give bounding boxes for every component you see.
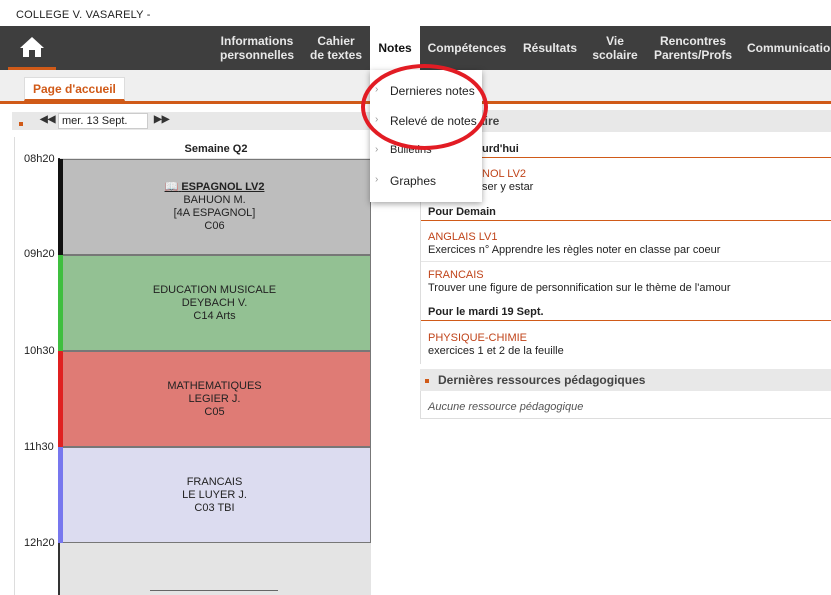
time-label: 10h30 <box>24 345 55 357</box>
heading-underline <box>421 320 831 321</box>
time-label: 08h20 <box>24 153 55 165</box>
chevron-right-icon: › <box>375 174 379 185</box>
panel-title: Dernières ressources pédagogiques <box>438 373 646 387</box>
nav-competences[interactable]: Compétences <box>421 26 513 70</box>
homework-description: Trouver une figure de personnification s… <box>428 282 731 294</box>
ressources-empty: Aucune ressource pédagogique <box>428 401 584 413</box>
menu-item-releve-de-notes[interactable]: › Relevé de notes <box>370 114 482 128</box>
school-name: COLLEGE V. VASARELY - <box>16 9 151 21</box>
agenda-divider <box>14 137 15 595</box>
chevron-right-icon: › <box>375 84 379 95</box>
demain-heading: Pour Demain <box>428 206 496 218</box>
prev-day-button[interactable]: ◀◀ <box>40 114 55 125</box>
course-room: C05 <box>204 405 225 418</box>
heading-underline <box>421 157 831 158</box>
ressources-panel-header: Dernières ressources pédagogiques <box>420 369 831 391</box>
nav-resultats[interactable]: Résultats <box>514 26 586 70</box>
home-icon <box>20 36 44 57</box>
nav-label: Compétences <box>427 41 507 55</box>
heading-underline <box>421 220 831 221</box>
tab-page-accueil[interactable]: Page d'accueil <box>24 77 125 101</box>
chevron-right-icon: › <box>375 144 379 155</box>
course-francais[interactable]: FRANCAIS LE LUYER J. C03 TBI <box>58 447 371 543</box>
menu-item-label: Bulletins <box>390 144 432 156</box>
nav-label: Résultats <box>522 41 578 55</box>
course-subject: MATHEMATIQUES <box>167 379 262 392</box>
bullet-icon <box>19 122 23 126</box>
double-chevron-right-icon: ▶▶ <box>154 114 170 125</box>
course-mathematiques[interactable]: MATHEMATIQUES LEGIER J. C05 <box>58 351 371 447</box>
nav-label: Cahier de textes <box>309 34 363 62</box>
menu-item-dernieres-notes[interactable]: › Dernieres notes <box>370 84 482 98</box>
menu-item-bulletins[interactable]: › Bulletins <box>370 144 482 156</box>
course-title: 📖 ESPAGNOL LV2 <box>59 181 370 194</box>
course-room: C14 Arts <box>193 309 236 322</box>
homework-subject[interactable]: PHYSIQUE-CHIMIE <box>428 332 527 344</box>
menu-item-label: Graphes <box>390 174 437 188</box>
bullet-icon <box>425 379 429 383</box>
row-divider <box>421 261 831 262</box>
course-teacher: LEGIER J. <box>188 392 241 405</box>
chevron-right-icon: › <box>375 114 379 125</box>
nav-label: Rencontres Parents/Profs <box>653 34 733 62</box>
nav-rencontres[interactable]: Rencontres Parents/Profs <box>644 26 742 70</box>
nav-label: Communication <box>747 41 831 55</box>
course-color-bar <box>58 159 63 255</box>
course-subject: FRANCAIS <box>186 475 243 488</box>
double-chevron-left-icon: ◀◀ <box>40 114 56 125</box>
date-input[interactable]: mer. 13 Sept. <box>58 113 148 129</box>
course-teacher: BAHUON M. <box>183 194 246 206</box>
course-room: C06 <box>204 220 225 232</box>
homework-description: exercices 1 et 2 de la feuille <box>428 345 564 357</box>
course-teacher: DEYBACH V. <box>181 296 248 309</box>
mardi-heading: Pour le mardi 19 Sept. <box>428 306 544 318</box>
nav-label: Informations personnelles <box>219 34 295 62</box>
course-group: [4A ESPAGNOL] <box>173 207 256 219</box>
nav-communication[interactable]: Communication <box>743 26 831 70</box>
homework-description: ser y estar <box>482 181 534 193</box>
notes-dropdown-menu: › Dernieres notes › Relevé de notes › Bulle… <box>370 70 482 202</box>
next-day-button[interactable]: ▶▶ <box>154 114 169 125</box>
homework-subject[interactable]: ANGLAIS LV1 <box>428 231 498 243</box>
course-color-bar <box>58 351 63 447</box>
nav-vie-scolaire[interactable]: Vie scolaire <box>587 26 643 70</box>
homework-subject[interactable]: NOL LV2 <box>482 168 526 180</box>
nav-cahier-de-textes[interactable]: Cahier de textes <box>303 26 369 70</box>
course-teacher: LE LUYER J. <box>182 488 247 501</box>
week-label: Semaine Q2 <box>184 143 248 155</box>
homework-description: Exercices n° Apprendre les règles noter … <box>428 244 721 256</box>
menu-item-label: Dernieres notes <box>390 84 475 98</box>
time-label: 12h20 <box>24 537 55 549</box>
course-espagnol[interactable]: 📖 ESPAGNOL LV2 BAHUON M. [4A ESPAGNOL] C… <box>58 159 371 255</box>
nav-label: Notes <box>378 41 412 55</box>
book-icon: 📖 <box>164 181 179 193</box>
homework-subject[interactable]: FRANCAIS <box>428 269 484 281</box>
course-color-bar <box>58 447 63 543</box>
agenda-separator <box>150 590 278 591</box>
menu-item-graphes[interactable]: › Graphes <box>370 174 482 188</box>
time-label: 11h30 <box>24 441 54 453</box>
time-label: 09h20 <box>24 248 55 260</box>
nav-label: Vie scolaire <box>592 34 638 62</box>
course-subject: EDUCATION MUSICALE <box>152 283 277 296</box>
course-color-bar <box>58 255 63 351</box>
nav-informations-personnelles[interactable]: Informations personnelles <box>212 26 302 70</box>
course-subject: ESPAGNOL LV2 <box>181 181 265 193</box>
home-button[interactable] <box>8 26 56 70</box>
course-education-musicale[interactable]: EDUCATION MUSICALE DEYBACH V. C14 Arts <box>58 255 371 351</box>
today-heading: urd'hui <box>482 143 519 155</box>
course-room: C03 TBI <box>194 501 235 514</box>
menu-item-label: Relevé de notes <box>390 114 477 128</box>
nav-notes[interactable]: Notes <box>370 26 420 70</box>
